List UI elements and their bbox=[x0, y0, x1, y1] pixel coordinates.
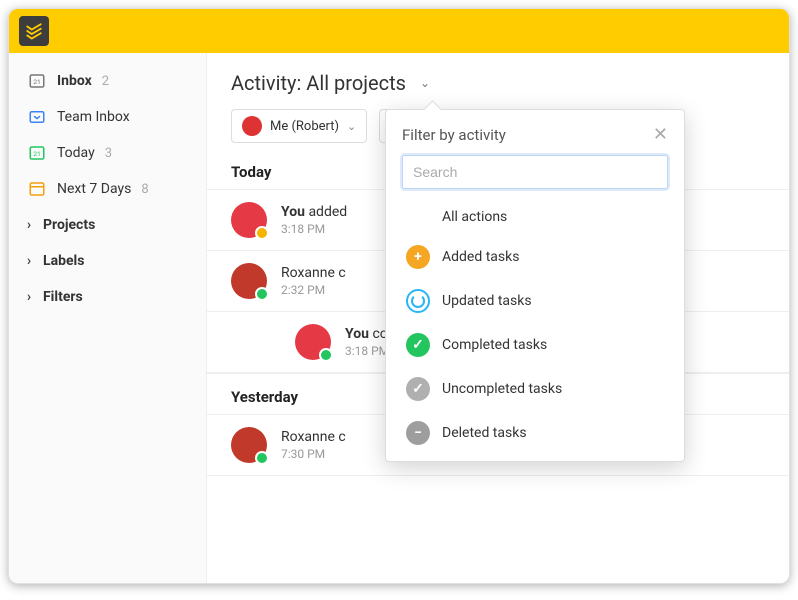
team-inbox-icon bbox=[27, 107, 47, 127]
app-logo[interactable] bbox=[19, 16, 49, 46]
sidebar-item-count: 8 bbox=[141, 182, 148, 197]
sidebar-item-label: Next 7 Days bbox=[57, 181, 131, 197]
filter-option-deleted[interactable]: − Deleted tasks bbox=[386, 411, 684, 455]
topbar bbox=[9, 9, 789, 53]
chevron-down-icon: ⌄ bbox=[347, 120, 356, 133]
activity-text: You co bbox=[345, 326, 389, 342]
activity-time: 3:18 PM bbox=[345, 344, 389, 358]
filter-option-label: Uncompleted tasks bbox=[442, 381, 562, 397]
activity-time: 3:18 PM bbox=[281, 222, 347, 236]
inbox-icon: 21 bbox=[27, 71, 47, 91]
next7days-icon bbox=[27, 179, 47, 199]
chevron-right-icon: › bbox=[23, 253, 35, 269]
sidebar-item-count: 2 bbox=[102, 74, 109, 89]
sidebar-item-next7days[interactable]: Next 7 Days 8 bbox=[9, 171, 206, 207]
status-badge-icon bbox=[255, 226, 269, 240]
status-badge-icon bbox=[255, 451, 269, 465]
sidebar-section-label: Projects bbox=[43, 217, 95, 233]
main-header: Activity: All projects ⌄ bbox=[207, 71, 789, 109]
activity-time: 7:30 PM bbox=[281, 447, 346, 461]
filter-option-updated[interactable]: Updated tasks bbox=[386, 279, 684, 323]
sidebar-item-inbox[interactable]: 21 Inbox 2 bbox=[9, 63, 206, 99]
avatar-icon bbox=[242, 116, 262, 136]
filter-option-completed[interactable]: ✓ Completed tasks bbox=[386, 323, 684, 367]
sidebar-item-label: Today bbox=[57, 145, 95, 161]
filter-option-uncompleted[interactable]: ✓ Uncompleted tasks bbox=[386, 367, 684, 411]
status-badge-icon bbox=[255, 287, 269, 301]
filter-option-added[interactable]: + Added tasks bbox=[386, 235, 684, 279]
status-badge-icon bbox=[319, 348, 333, 362]
sidebar-section-labels[interactable]: › Labels bbox=[9, 243, 206, 279]
project-selector[interactable]: Activity: All projects ⌄ bbox=[231, 71, 430, 95]
avatar bbox=[231, 427, 267, 463]
svg-text:21: 21 bbox=[33, 78, 41, 86]
today-icon: 21 bbox=[27, 143, 47, 163]
page-title: Activity: All projects bbox=[231, 71, 406, 95]
todoist-logo-icon bbox=[25, 22, 43, 40]
activity-text: Roxanne c bbox=[281, 429, 346, 445]
completed-icon: ✓ bbox=[406, 333, 430, 357]
user-filter-dropdown[interactable]: Me (Robert) ⌄ bbox=[231, 109, 367, 143]
updated-icon bbox=[406, 289, 430, 313]
close-icon[interactable]: ✕ bbox=[653, 124, 668, 145]
sidebar-item-team-inbox[interactable]: Team Inbox bbox=[9, 99, 206, 135]
sidebar-section-projects[interactable]: › Projects bbox=[9, 207, 206, 243]
filter-option-label: Updated tasks bbox=[442, 293, 532, 309]
dropdown-label: Me (Robert) bbox=[270, 119, 339, 134]
filter-option-label: Completed tasks bbox=[442, 337, 547, 353]
popup-title: Filter by activity bbox=[402, 126, 506, 144]
svg-text:21: 21 bbox=[33, 150, 41, 158]
activity-text: You added bbox=[281, 204, 347, 220]
filter-search-input[interactable] bbox=[402, 155, 668, 189]
chevron-right-icon: › bbox=[23, 217, 35, 233]
deleted-icon: − bbox=[406, 421, 430, 445]
sidebar-item-label: Team Inbox bbox=[57, 109, 130, 125]
chevron-down-icon: ⌄ bbox=[420, 76, 430, 90]
filter-option-label: All actions bbox=[442, 209, 507, 225]
sidebar-item-label: Inbox bbox=[57, 73, 92, 89]
avatar bbox=[231, 202, 267, 238]
filter-activity-popup: Filter by activity ✕ All actions + Added… bbox=[385, 109, 685, 462]
sidebar-section-label: Filters bbox=[43, 289, 83, 305]
sidebar-item-count: 3 bbox=[105, 146, 112, 161]
chevron-right-icon: › bbox=[23, 289, 35, 305]
sidebar: 21 Inbox 2 Team Inbox 21 Today 3 bbox=[9, 53, 207, 583]
uncompleted-icon: ✓ bbox=[406, 377, 430, 401]
filter-option-all[interactable]: All actions bbox=[386, 199, 684, 235]
filter-option-label: Deleted tasks bbox=[442, 425, 527, 441]
sidebar-section-filters[interactable]: › Filters bbox=[9, 279, 206, 315]
app-window: 21 Inbox 2 Team Inbox 21 Today 3 bbox=[8, 8, 790, 584]
activity-text: Roxanne c bbox=[281, 265, 346, 281]
avatar bbox=[231, 263, 267, 299]
avatar bbox=[295, 324, 331, 360]
added-icon: + bbox=[406, 245, 430, 269]
sidebar-section-label: Labels bbox=[43, 253, 84, 269]
sidebar-item-today[interactable]: 21 Today 3 bbox=[9, 135, 206, 171]
activity-time: 2:32 PM bbox=[281, 283, 346, 297]
filter-option-label: Added tasks bbox=[442, 249, 519, 265]
